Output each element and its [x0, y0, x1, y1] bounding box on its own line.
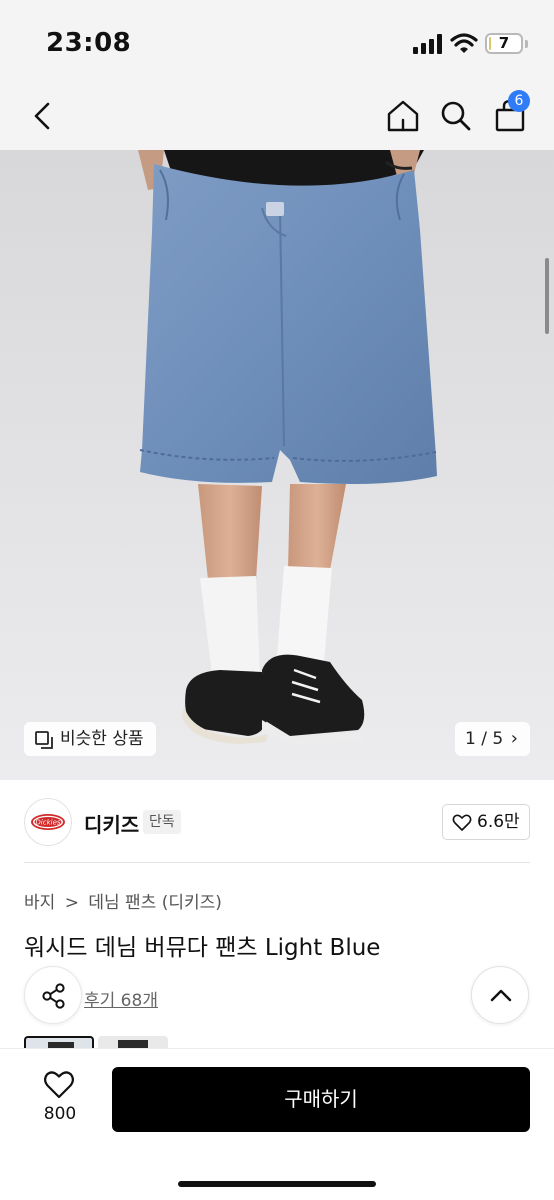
heart-icon — [452, 814, 472, 831]
battery-level: 7 — [498, 34, 510, 52]
wifi-icon — [450, 33, 478, 53]
status-bar: 23:08 7 — [0, 0, 554, 82]
breadcrumb-item-pants[interactable]: 바지 — [24, 893, 55, 913]
share-icon — [42, 983, 65, 1009]
similar-products-label: 비슷한 상품 — [60, 729, 144, 749]
brand-exclusive-badge: 단독 — [143, 810, 181, 834]
nav-bar — [0, 82, 554, 150]
image-pager[interactable]: 1 / 5 › — [455, 722, 530, 756]
breadcrumb-separator: > — [64, 893, 79, 913]
wishlist-count: 800 — [43, 1104, 77, 1124]
home-icon[interactable] — [383, 96, 423, 136]
review-link[interactable]: 후기 68개 — [84, 986, 158, 1011]
buy-button[interactable]: 구매하기 — [112, 1067, 530, 1132]
chevron-up-icon — [490, 989, 512, 1002]
scroll-top-button[interactable] — [471, 966, 529, 1024]
breadcrumb: 바지 > 데님 팬츠 (디키즈) — [24, 888, 226, 913]
status-time: 23:08 — [46, 28, 132, 58]
share-button[interactable] — [24, 966, 82, 1024]
product-title: 워시드 데님 버뮤다 팬츠 Light Blue — [24, 935, 381, 961]
brand-name[interactable]: 디키즈 — [84, 809, 139, 838]
image-pager-count: 1 / 5 — [465, 729, 504, 749]
scroll-indicator — [545, 258, 549, 334]
search-icon[interactable] — [436, 96, 476, 136]
similar-products-icon — [35, 731, 53, 749]
similar-products-button[interactable]: 비슷한 상품 — [24, 722, 156, 756]
battery-nub — [525, 40, 528, 48]
divider — [24, 862, 530, 863]
home-indicator — [178, 1181, 376, 1187]
chevron-right-icon: › — [510, 728, 518, 749]
brand-logo-text: Dickies — [35, 819, 60, 827]
brand-like-button[interactable]: 6.6만 — [442, 804, 530, 840]
brand-like-count: 6.6만 — [477, 812, 520, 832]
brand-logo[interactable]: Dickies — [24, 798, 72, 846]
back-icon[interactable] — [24, 96, 64, 136]
product-image[interactable] — [0, 150, 554, 780]
breadcrumb-item-denim-pants[interactable]: 데님 팬츠 (디키즈) — [88, 893, 222, 913]
dickies-logo: Dickies — [31, 814, 65, 830]
wishlist-heart-icon[interactable] — [43, 1070, 75, 1100]
cart-badge: 6 — [508, 90, 530, 112]
product-photo — [138, 150, 437, 746]
battery-icon: 7 — [485, 33, 523, 54]
signal-icon — [413, 34, 442, 54]
